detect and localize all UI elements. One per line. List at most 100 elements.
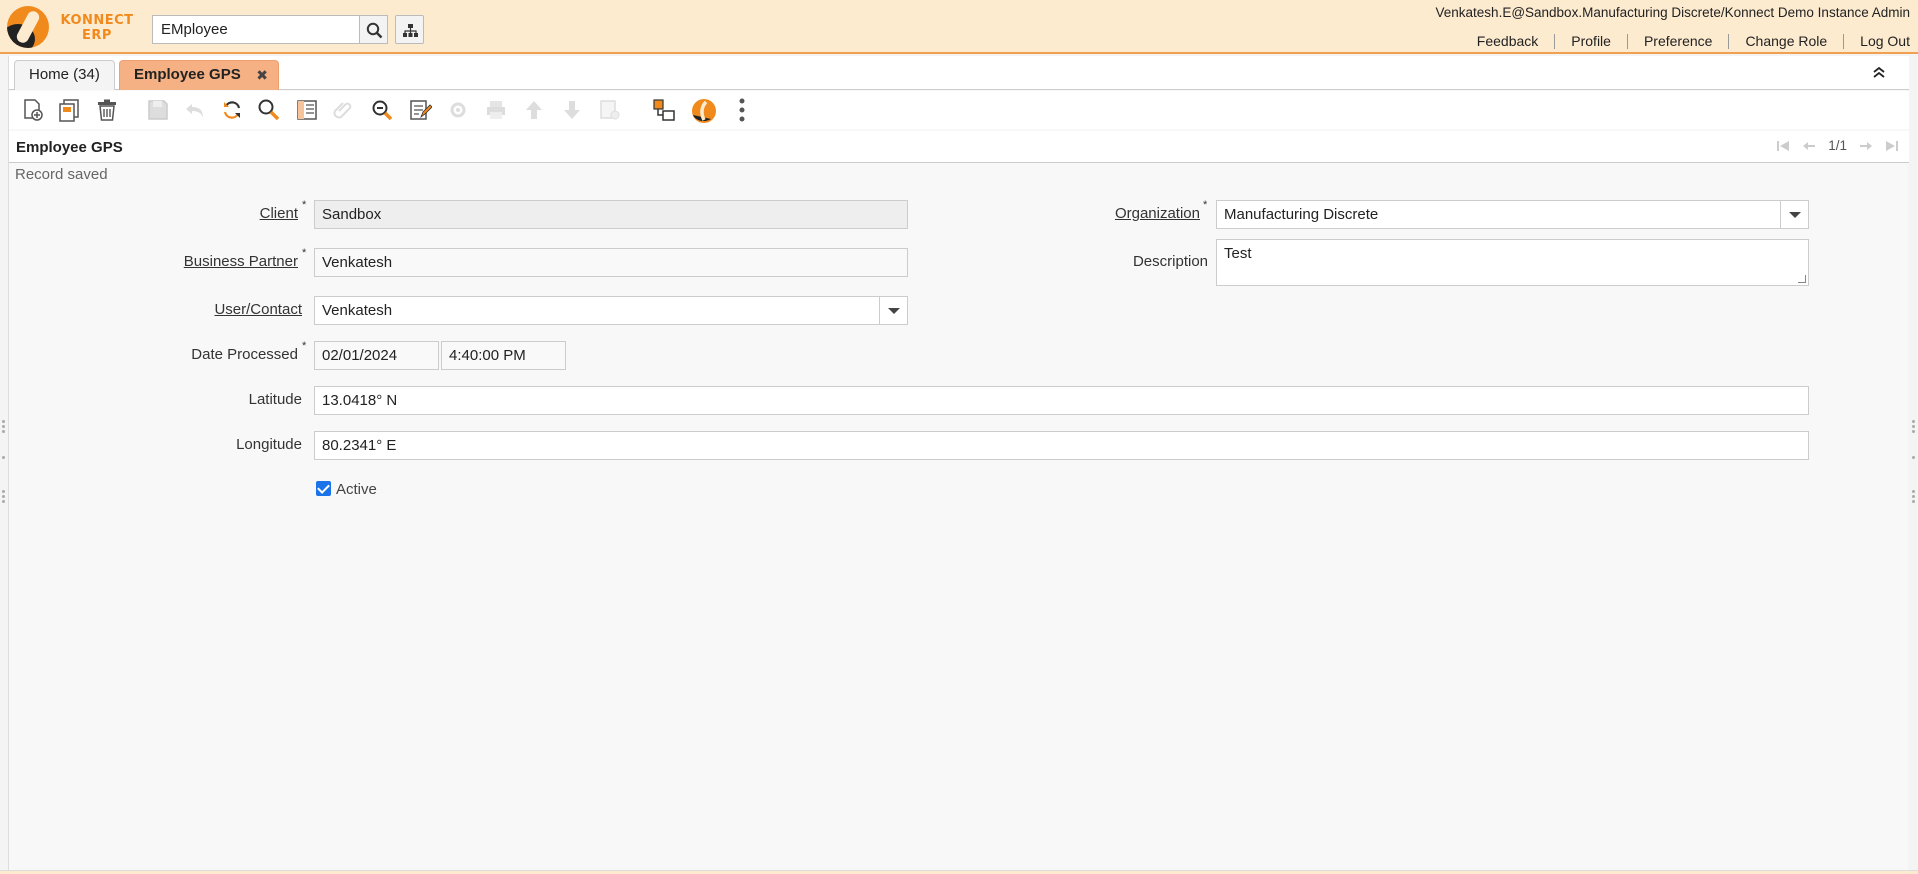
longitude-label: Longitude	[236, 436, 302, 453]
save-icon	[148, 100, 168, 120]
user-contact-dropdown-icon[interactable]	[879, 297, 907, 324]
search-button[interactable]	[359, 15, 388, 44]
description-value: Test	[1224, 245, 1252, 262]
refresh-button[interactable]	[217, 95, 247, 125]
organization-dropdown-icon[interactable]	[1780, 201, 1808, 228]
search-icon	[366, 22, 383, 39]
right-splitter-handle[interactable]	[1910, 420, 1918, 503]
save-button[interactable]	[143, 95, 173, 125]
date-processed-time-field[interactable]: 4:40:00 PM	[441, 341, 566, 370]
user-contact-value: Venkatesh	[322, 302, 393, 319]
window-title-bar: Employee GPS 1/1	[9, 131, 1909, 163]
next-record-button[interactable]	[557, 95, 587, 125]
find-button[interactable]	[254, 95, 284, 125]
delete-record-icon	[98, 99, 116, 121]
previous-record-button[interactable]	[519, 95, 549, 125]
print-button[interactable]	[481, 95, 511, 125]
footer-strip	[0, 870, 1918, 874]
record-count: 1/1	[1828, 138, 1847, 153]
chat-button[interactable]	[405, 95, 435, 125]
copy-record-button[interactable]	[55, 95, 85, 125]
toggle-detail-icon	[653, 99, 675, 121]
konnect-app-icon	[692, 99, 716, 123]
organization-label[interactable]: Organization	[1115, 205, 1200, 222]
latitude-field[interactable]: 13.0418° N	[314, 386, 1809, 415]
profile-link[interactable]: Profile	[1554, 33, 1627, 49]
process-button[interactable]	[443, 95, 473, 125]
feedback-link[interactable]: Feedback	[1461, 33, 1554, 49]
archive-icon	[600, 100, 620, 120]
close-tab-icon[interactable]: ✖	[256, 61, 268, 89]
record-pager: 1/1	[1776, 138, 1899, 153]
zoom-across-icon	[372, 100, 393, 121]
sitemap-icon	[403, 24, 418, 37]
more-menu-button[interactable]	[727, 95, 757, 125]
next-page-icon[interactable]	[1859, 139, 1873, 153]
client-required-mark: *	[302, 199, 307, 211]
new-record-icon	[24, 99, 43, 121]
window-tabbar: Home (34) Employee GPS ✖	[9, 56, 1909, 90]
previous-page-icon[interactable]	[1802, 139, 1816, 153]
business-partner-field[interactable]: Venkatesh	[314, 248, 908, 277]
archive-button[interactable]	[595, 95, 625, 125]
description-label: Description	[1132, 253, 1208, 270]
active-label[interactable]: Active	[336, 481, 377, 498]
logo-mark-icon	[7, 6, 49, 48]
resize-handle-icon[interactable]	[1798, 275, 1806, 283]
zoom-across-button[interactable]	[367, 95, 397, 125]
process-icon	[450, 102, 466, 118]
preference-link[interactable]: Preference	[1626, 33, 1728, 49]
logout-link[interactable]: Log Out	[1843, 33, 1912, 49]
attachment-button[interactable]	[329, 95, 359, 125]
left-splitter-handle[interactable]	[0, 420, 8, 503]
grid-toggle-icon	[297, 100, 317, 120]
user-contact-label[interactable]: User/Contact	[214, 301, 302, 318]
first-record-icon[interactable]	[1776, 139, 1790, 153]
copy-record-icon	[59, 99, 79, 122]
collapse-header-icon[interactable]	[1871, 64, 1887, 80]
description-textarea[interactable]: Test	[1216, 239, 1809, 286]
previous-record-icon	[526, 101, 542, 119]
client-label[interactable]: Client	[260, 205, 298, 222]
client-field[interactable]: Sandbox	[314, 200, 908, 229]
business-partner-required-mark: *	[302, 247, 307, 259]
active-checkbox[interactable]	[316, 481, 331, 496]
refresh-icon	[223, 101, 241, 119]
next-record-icon	[564, 101, 580, 119]
new-record-button[interactable]	[18, 95, 48, 125]
delete-record-button[interactable]	[92, 95, 122, 125]
grid-toggle-button[interactable]	[292, 95, 322, 125]
date-processed-required-mark: *	[302, 340, 307, 352]
window-title: Employee GPS	[16, 139, 123, 156]
global-search-input[interactable]: EMployee	[152, 15, 360, 44]
app-header: KONNECT ERP EMployee Venkatesh.E@Sandbox…	[0, 0, 1918, 54]
status-message: Record saved	[15, 166, 108, 183]
toggle-detail-button[interactable]	[649, 95, 679, 125]
organization-select[interactable]: Manufacturing Discrete	[1216, 200, 1809, 229]
konnect-erp-logo[interactable]: KONNECT ERP	[7, 6, 139, 48]
organization-required-mark: *	[1203, 199, 1208, 211]
date-processed-label: Date Processed	[191, 346, 298, 363]
undo-button[interactable]	[180, 95, 210, 125]
tab-home[interactable]: Home (34)	[14, 60, 115, 90]
more-menu-icon	[739, 98, 745, 122]
chat-icon	[410, 100, 432, 120]
user-context-info: Venkatesh.E@Sandbox.Manufacturing Discre…	[1435, 5, 1910, 20]
organization-value: Manufacturing Discrete	[1224, 206, 1379, 223]
user-contact-select[interactable]: Venkatesh	[314, 296, 908, 325]
business-partner-label[interactable]: Business Partner	[184, 253, 298, 270]
konnect-app-button[interactable]	[688, 95, 718, 125]
change-role-link[interactable]: Change Role	[1728, 33, 1843, 49]
undo-icon	[186, 104, 203, 117]
logo-text-line2: ERP	[82, 28, 112, 43]
find-icon	[258, 99, 280, 121]
last-record-icon[interactable]	[1885, 139, 1899, 153]
tab-employee-gps-label: Employee GPS	[134, 66, 241, 83]
attachment-icon	[333, 102, 352, 119]
tab-employee-gps[interactable]: Employee GPS ✖	[119, 60, 279, 90]
main-panel: Home (34) Employee GPS ✖ Employee GPS 1/…	[8, 56, 1909, 870]
longitude-field[interactable]: 80.2341° E	[314, 431, 1809, 460]
date-processed-date-field[interactable]: 02/01/2024	[314, 341, 439, 370]
menu-tree-button[interactable]	[395, 15, 424, 44]
logo-text-line1: KONNECT	[60, 13, 134, 28]
